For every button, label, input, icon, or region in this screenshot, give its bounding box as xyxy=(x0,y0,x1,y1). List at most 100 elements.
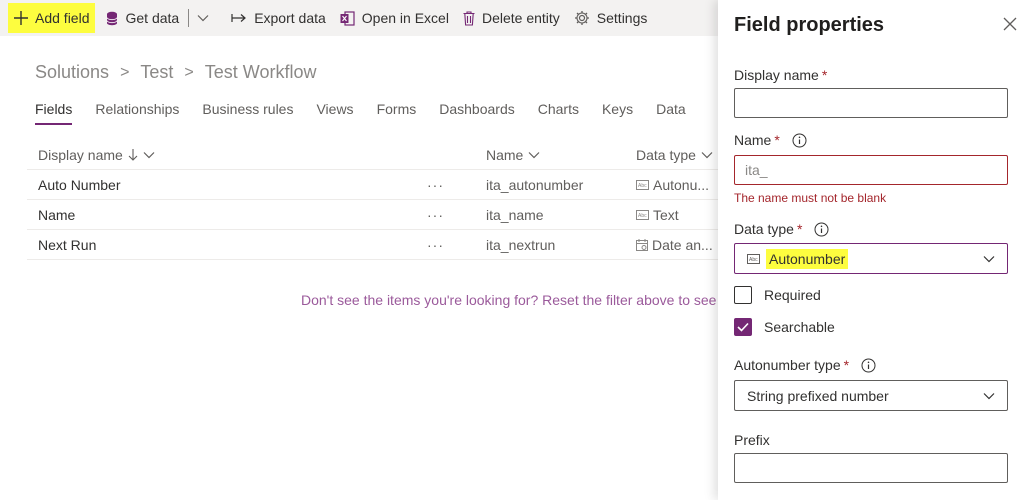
data-type-dropdown[interactable]: Abc Autonumber xyxy=(734,243,1008,274)
plus-icon xyxy=(14,11,28,25)
command-bar: Add field Get data Export data Open in E… xyxy=(0,0,720,36)
export-data-button[interactable]: Export data xyxy=(224,0,333,36)
breadcrumb-separator: > xyxy=(120,63,130,81)
column-header-label: Name xyxy=(486,146,524,163)
breadcrumb: Solutions > Test > Test Workflow xyxy=(35,62,316,83)
data-type-value: Autonumber xyxy=(766,248,849,269)
table-row[interactable]: Next Run ··· ita_nextrun Date an... xyxy=(27,230,720,260)
tab-forms[interactable]: Forms xyxy=(377,101,417,125)
column-header-name[interactable]: Name xyxy=(486,147,636,163)
searchable-checkbox-label: Searchable xyxy=(764,319,835,335)
name-label-text: Name xyxy=(734,132,772,148)
tab-keys[interactable]: Keys xyxy=(602,101,633,125)
data-type-label-text: Data type xyxy=(734,221,794,237)
cell-name: ita_name xyxy=(486,206,544,223)
fields-grid: Display name Name Data type Auto Number … xyxy=(27,140,720,260)
searchable-checkbox[interactable]: Searchable xyxy=(734,318,835,336)
delete-entity-button[interactable]: Delete entity xyxy=(456,0,567,36)
svg-text:Abc: Abc xyxy=(749,257,758,263)
add-field-button[interactable]: Add field xyxy=(8,3,96,33)
column-header-label: Display name xyxy=(38,146,123,163)
chevron-down-icon xyxy=(528,151,540,158)
cell-data-type-label: Date an... xyxy=(652,236,713,253)
more-options-button[interactable]: ··· xyxy=(427,207,486,223)
field-properties-panel: Field properties Display name* Name* The… xyxy=(718,0,1024,500)
breadcrumb-item-test[interactable]: Test xyxy=(140,62,173,83)
autonumber-type-label-text: Autonumber type xyxy=(734,357,841,373)
data-type-label: Data type * xyxy=(734,221,829,237)
cell-name: ita_nextrun xyxy=(486,236,556,253)
prefix-input[interactable] xyxy=(734,453,1008,483)
required-marker: * xyxy=(774,132,780,148)
prefix-label-text: Prefix xyxy=(734,432,770,448)
tab-data[interactable]: Data xyxy=(656,101,686,125)
breadcrumb-item-solutions[interactable]: Solutions xyxy=(35,62,109,83)
chevron-down-icon xyxy=(983,392,995,399)
breadcrumb-item-entity: Test Workflow xyxy=(204,62,317,82)
get-data-button[interactable]: Get data xyxy=(99,0,186,36)
required-marker: * xyxy=(843,357,850,373)
panel-title: Field properties xyxy=(734,14,885,36)
cell-data-type-label: Text xyxy=(653,206,679,223)
export-arrow-icon xyxy=(231,14,247,22)
table-row[interactable]: Auto Number ··· ita_autonumber Abc Auton… xyxy=(27,170,720,200)
cell-display-name: Auto Number xyxy=(38,176,121,193)
open-in-excel-button[interactable]: Open in Excel xyxy=(333,0,456,36)
name-error-message: The name must not be blank xyxy=(734,191,887,205)
display-name-input[interactable] xyxy=(734,88,1008,118)
chevron-down-icon xyxy=(983,255,995,262)
required-checkbox-label: Required xyxy=(764,287,821,303)
reset-filter-message[interactable]: Don't see the items you're looking for? … xyxy=(301,292,720,308)
autonumber-type-value: String prefixed number xyxy=(747,387,889,404)
more-options-button[interactable]: ··· xyxy=(427,177,486,193)
get-data-dropdown[interactable] xyxy=(193,0,224,36)
tab-fields[interactable]: Fields xyxy=(35,101,73,125)
cell-data-type: Date an... xyxy=(636,237,720,253)
export-data-label: Export data xyxy=(254,10,326,26)
tab-views[interactable]: Views xyxy=(316,101,353,125)
settings-label: Settings xyxy=(596,10,648,26)
excel-icon xyxy=(340,10,355,26)
table-row[interactable]: Name ··· ita_name Abc Text xyxy=(27,200,720,230)
cell-data-type-label: Autonu... xyxy=(653,176,710,193)
text-icon: Abc xyxy=(636,209,649,220)
info-icon[interactable] xyxy=(792,133,807,148)
info-icon[interactable] xyxy=(814,222,829,237)
trash-icon xyxy=(463,10,475,26)
autonumber-type-label: Autonumber type * xyxy=(734,357,876,373)
required-checkbox[interactable]: Required xyxy=(734,286,821,304)
cell-name: ita_autonumber xyxy=(486,176,584,193)
close-icon[interactable] xyxy=(1002,16,1018,32)
calendar-icon xyxy=(636,238,648,251)
info-icon[interactable] xyxy=(861,358,876,373)
prefix-label: Prefix xyxy=(734,432,770,448)
autonumber-type-dropdown[interactable]: String prefixed number xyxy=(734,380,1008,411)
add-field-label: Add field xyxy=(35,10,90,26)
chevron-down-icon xyxy=(197,15,209,22)
required-checkbox-box[interactable] xyxy=(734,286,752,304)
settings-button[interactable]: Settings xyxy=(567,0,655,36)
tab-relationships[interactable]: Relationships xyxy=(95,101,179,125)
required-marker: * xyxy=(821,67,828,83)
more-options-button[interactable]: ··· xyxy=(427,237,486,253)
tab-charts[interactable]: Charts xyxy=(538,101,579,125)
name-input[interactable] xyxy=(734,155,1008,185)
required-marker: * xyxy=(796,221,803,237)
tab-dashboards[interactable]: Dashboards xyxy=(439,101,515,125)
column-header-data-type[interactable]: Data type xyxy=(636,147,720,163)
cell-display-name: Name xyxy=(38,206,76,223)
display-name-label-text: Display name xyxy=(734,67,819,83)
searchable-checkbox-box[interactable] xyxy=(734,318,752,336)
open-in-excel-label: Open in Excel xyxy=(361,10,449,26)
tab-business-rules[interactable]: Business rules xyxy=(202,101,293,125)
chevron-down-icon xyxy=(143,151,155,158)
get-data-label: Get data xyxy=(125,10,180,26)
database-icon xyxy=(107,11,118,25)
delete-entity-label: Delete entity xyxy=(481,10,560,26)
breadcrumb-separator: > xyxy=(184,63,194,81)
column-header-display-name[interactable]: Display name xyxy=(27,147,427,163)
name-label: Name * xyxy=(734,132,807,148)
display-name-label: Display name * xyxy=(734,67,827,83)
entity-tabs: Fields Relationships Business rules View… xyxy=(35,101,709,125)
gear-icon xyxy=(574,11,589,25)
